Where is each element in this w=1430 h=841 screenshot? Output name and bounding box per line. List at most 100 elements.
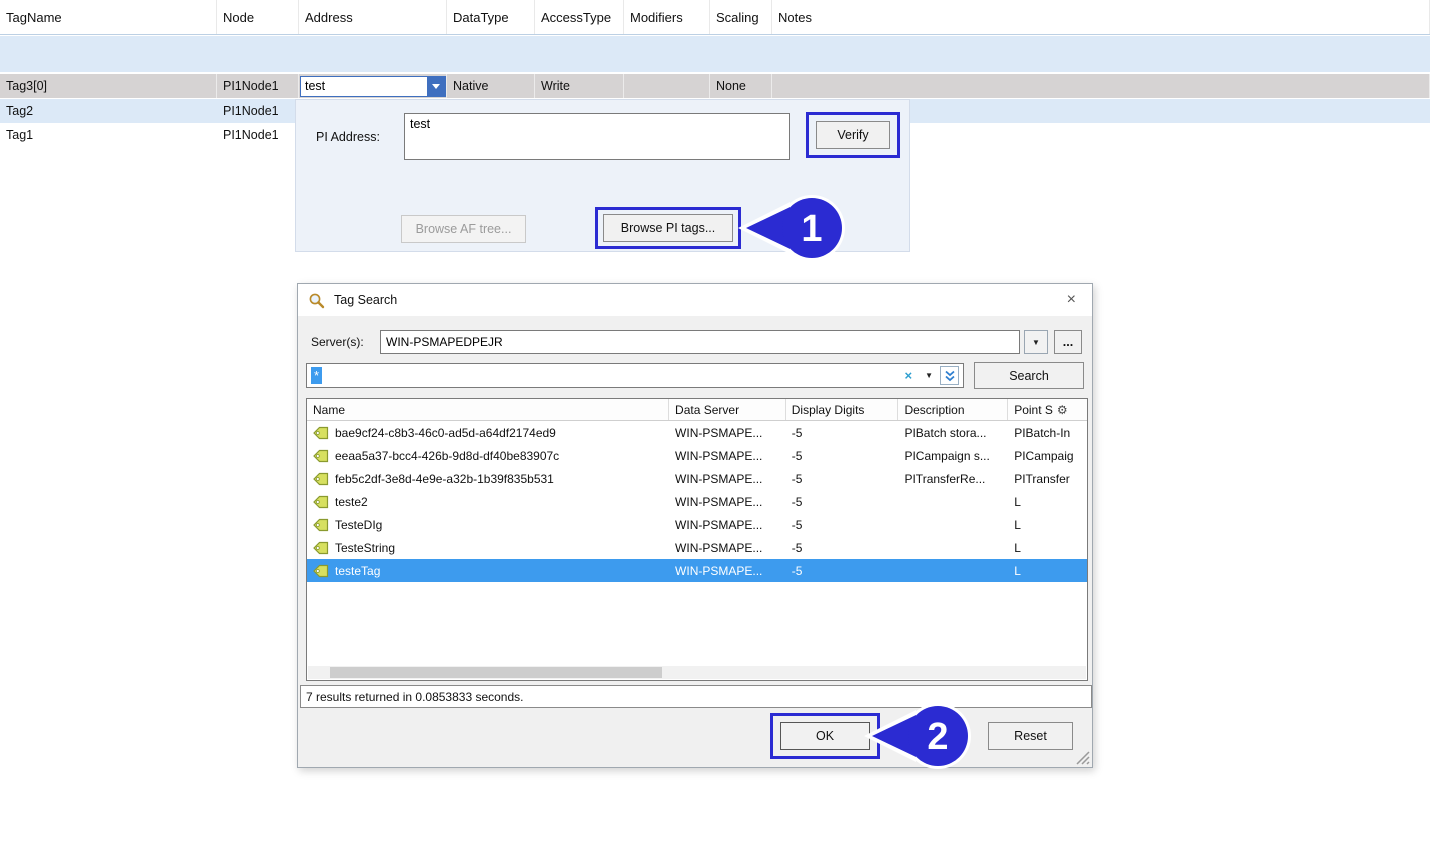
tag-name-cell: bae9cf24-c8b3-46c0-ad5d-a64df2174ed9 xyxy=(307,421,669,444)
tag-search-dialog: Tag Search × Server(s): ▼ ... * × ▼ Sear… xyxy=(297,283,1093,768)
cell-accesstype: Write xyxy=(535,74,624,98)
gear-icon[interactable]: ⚙ xyxy=(1057,403,1068,417)
display-digits-cell: -5 xyxy=(786,467,899,490)
description-cell xyxy=(898,490,1008,513)
ok-button[interactable]: OK xyxy=(780,722,870,750)
browse-af-tree-button: Browse AF tree... xyxy=(401,215,526,243)
column-header-node[interactable]: Node xyxy=(217,0,299,34)
dialog-titlebar[interactable]: Tag Search × xyxy=(298,284,1092,316)
display-digits-cell: -5 xyxy=(786,421,899,444)
column-header-datatype[interactable]: DataType xyxy=(447,0,535,34)
dialog-title: Tag Search xyxy=(334,293,1061,307)
servers-more-button[interactable]: ... xyxy=(1054,330,1082,354)
display-digits-cell: -5 xyxy=(786,513,899,536)
point-source-cell: L xyxy=(1008,536,1087,559)
cell-node: PI1Node1 xyxy=(217,99,299,123)
search-mask-value: * xyxy=(311,367,322,384)
servers-input[interactable] xyxy=(380,330,1020,354)
tag-name-cell: TesteString xyxy=(307,536,669,559)
search-dropdown-icon[interactable]: ▼ xyxy=(918,371,940,380)
tag-name: eeaa5a37-bcc4-426b-9d8d-df40be83907c xyxy=(335,449,559,463)
tag-name: TesteDIg xyxy=(335,518,382,532)
column-header-address[interactable]: Address xyxy=(299,0,447,34)
chevron-down-icon xyxy=(432,84,440,89)
search-button[interactable]: Search xyxy=(974,362,1084,389)
search-icon xyxy=(308,292,325,309)
tag-name: bae9cf24-c8b3-46c0-ad5d-a64df2174ed9 xyxy=(335,426,556,440)
tag-icon xyxy=(313,472,329,486)
description-cell xyxy=(898,513,1008,536)
description-cell xyxy=(898,536,1008,559)
address-combo[interactable] xyxy=(300,76,446,97)
point-source-cell: PIBatch-In xyxy=(1008,421,1087,444)
browse-pi-tags-button[interactable]: Browse PI tags... xyxy=(603,214,733,242)
tag-row[interactable]: feb5c2df-3e8d-4e9e-a32b-1b39f835b531 WIN… xyxy=(307,467,1087,490)
tag-row[interactable]: teste2 WIN-PSMAPE... -5 L xyxy=(307,490,1087,513)
resize-grip[interactable] xyxy=(1076,751,1090,765)
description-cell xyxy=(898,559,1008,582)
reset-button[interactable]: Reset xyxy=(988,722,1073,750)
data-server-cell: WIN-PSMAPE... xyxy=(669,513,786,536)
expand-options-button[interactable] xyxy=(940,366,959,385)
close-icon[interactable]: × xyxy=(1061,292,1082,308)
data-server-cell: WIN-PSMAPE... xyxy=(669,536,786,559)
results-column-point-source[interactable]: Point S ⚙ xyxy=(1008,399,1087,420)
results-column-data-server[interactable]: Data Server xyxy=(669,399,786,420)
results-header: Name Data Server Display Digits Descript… xyxy=(307,399,1087,421)
tag-row[interactable]: bae9cf24-c8b3-46c0-ad5d-a64df2174ed9 WIN… xyxy=(307,421,1087,444)
address-combo-input[interactable] xyxy=(301,77,427,96)
horizontal-scrollbar[interactable] xyxy=(308,666,1086,679)
tag-name-cell: eeaa5a37-bcc4-426b-9d8d-df40be83907c xyxy=(307,444,669,467)
data-server-cell: WIN-PSMAPE... xyxy=(669,444,786,467)
cell-notes xyxy=(772,74,1430,98)
tag-name: testeTag xyxy=(335,564,380,578)
cell-node: PI1Node1 xyxy=(217,123,299,147)
results-column-display-digits[interactable]: Display Digits xyxy=(786,399,899,420)
tag-row[interactable]: eeaa5a37-bcc4-426b-9d8d-df40be83907c WIN… xyxy=(307,444,1087,467)
column-header-modifiers[interactable]: Modifiers xyxy=(624,0,710,34)
tag-row-selected[interactable]: testeTag WIN-PSMAPE... -5 L xyxy=(307,559,1087,582)
pi-address-field[interactable]: test xyxy=(404,113,790,160)
cell-tagname: Tag2 xyxy=(0,99,217,123)
display-digits-cell: -5 xyxy=(786,559,899,582)
tag-name: TesteString xyxy=(335,541,395,555)
data-server-cell: WIN-PSMAPE... xyxy=(669,421,786,444)
display-digits-cell: -5 xyxy=(786,444,899,467)
tag-row[interactable]: TesteDIg WIN-PSMAPE... -5 L xyxy=(307,513,1087,536)
servers-dropdown-button[interactable]: ▼ xyxy=(1024,330,1048,354)
point-source-cell: PICampaig xyxy=(1008,444,1087,467)
pi-address-label: PI Address: xyxy=(316,130,380,144)
results-column-description[interactable]: Description xyxy=(898,399,1008,420)
cell-datatype: Native xyxy=(447,74,535,98)
table-row-tag3[interactable]: Tag3[0] PI1Node1 Native Write None xyxy=(0,74,1430,98)
clear-icon[interactable]: × xyxy=(898,368,918,383)
description-cell: PIBatch stora... xyxy=(898,421,1008,444)
column-header-tagname[interactable]: TagName xyxy=(0,0,217,34)
column-header-accesstype[interactable]: AccessType xyxy=(535,0,624,34)
point-source-cell: L xyxy=(1008,490,1087,513)
tag-icon xyxy=(313,564,329,578)
point-source-cell: L xyxy=(1008,559,1087,582)
tag-name-cell: feb5c2df-3e8d-4e9e-a32b-1b39f835b531 xyxy=(307,467,669,490)
display-digits-cell: -5 xyxy=(786,490,899,513)
search-mask-combo[interactable]: * × ▼ xyxy=(306,363,964,388)
data-server-cell: WIN-PSMAPE... xyxy=(669,490,786,513)
cell-address xyxy=(299,74,447,98)
address-combo-dropdown-button[interactable] xyxy=(427,77,445,96)
description-cell: PITransferRe... xyxy=(898,467,1008,490)
column-header-notes[interactable]: Notes xyxy=(772,0,1430,34)
empty-grid-row xyxy=(0,36,1430,72)
description-cell: PICampaign s... xyxy=(898,444,1008,467)
grid-header: TagName Node Address DataType AccessType… xyxy=(0,0,1430,35)
data-server-cell: WIN-PSMAPE... xyxy=(669,559,786,582)
results-column-name[interactable]: Name xyxy=(307,399,669,420)
tag-icon xyxy=(313,449,329,463)
tag-icon xyxy=(313,518,329,532)
step-2-number: 2 xyxy=(927,716,948,758)
column-header-scaling[interactable]: Scaling xyxy=(710,0,772,34)
double-chevron-down-icon xyxy=(944,370,956,382)
tag-results-list: Name Data Server Display Digits Descript… xyxy=(306,398,1088,681)
scrollbar-thumb[interactable] xyxy=(330,667,662,678)
tag-row[interactable]: TesteString WIN-PSMAPE... -5 L xyxy=(307,536,1087,559)
verify-button[interactable]: Verify xyxy=(816,121,890,149)
